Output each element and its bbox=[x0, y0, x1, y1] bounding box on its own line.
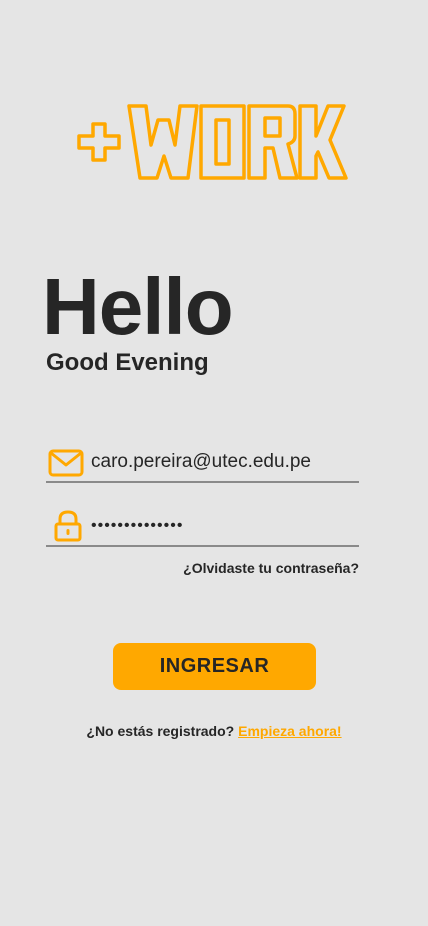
forgot-password-link[interactable]: ¿Olvidaste tu contraseña? bbox=[183, 560, 359, 576]
mail-icon bbox=[48, 449, 84, 477]
login-button[interactable]: INGRESAR bbox=[113, 643, 316, 690]
password-input[interactable] bbox=[91, 512, 353, 540]
greeting-title: Hello bbox=[42, 262, 234, 351]
register-text: ¿No estás registrado? bbox=[86, 723, 235, 739]
work-logo bbox=[77, 104, 348, 180]
password-field[interactable] bbox=[46, 509, 359, 547]
lock-icon bbox=[54, 510, 82, 542]
greeting-subtitle: Good Evening bbox=[46, 349, 209, 376]
email-field[interactable] bbox=[46, 445, 359, 483]
register-prompt: ¿No estás registrado? Empieza ahora! bbox=[0, 723, 428, 739]
register-link[interactable]: Empieza ahora! bbox=[238, 723, 341, 739]
email-input[interactable] bbox=[91, 448, 353, 476]
